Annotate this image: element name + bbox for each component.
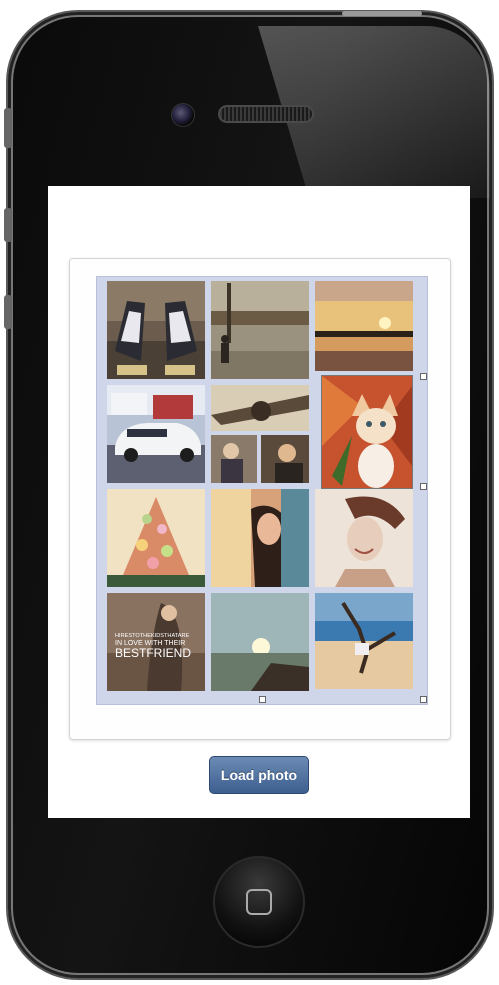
resize-handle-mid-right[interactable]: [420, 483, 427, 490]
photo-macaron-tower[interactable]: [107, 489, 205, 587]
collage-card: HIRESTOTHEKIDSTHATARE IN LOVE WITH THEIR…: [69, 258, 451, 740]
front-camera-icon: [171, 103, 195, 127]
photo-plane[interactable]: [211, 385, 309, 431]
phone-screen: HIRESTOTHEKIDSTHATARE IN LOVE WITH THEIR…: [48, 186, 470, 818]
load-photo-button[interactable]: Load photo: [209, 756, 309, 794]
overlay-line-3: BESTFRIEND: [115, 646, 191, 660]
power-button: [342, 11, 422, 16]
photo-sneakers[interactable]: [107, 281, 205, 379]
photo-handstand-beach[interactable]: [315, 593, 413, 689]
photo-best-friend[interactable]: HIRESTOTHEKIDSTHATARE IN LOVE WITH THEIR…: [107, 593, 205, 691]
home-square-icon: [246, 889, 272, 915]
resize-handle-bottom-right[interactable]: [420, 696, 427, 703]
photo-white-car[interactable]: [107, 385, 205, 483]
photo-sunset-beach[interactable]: [211, 593, 309, 691]
photo-people-right[interactable]: [261, 435, 309, 483]
resize-handle-top-right[interactable]: [420, 373, 427, 380]
photo-wall[interactable]: [211, 281, 309, 379]
photo-sketch[interactable]: [315, 489, 413, 587]
photo-kitten-selected[interactable]: [321, 375, 413, 489]
home-button[interactable]: [213, 856, 305, 948]
photo-people-left[interactable]: [211, 435, 257, 483]
photo-collage[interactable]: HIRESTOTHEKIDSTHATARE IN LOVE WITH THEIR…: [96, 276, 428, 705]
resize-handle-bottom[interactable]: [259, 696, 266, 703]
overlay-line-1: HIRESTOTHEKIDSTHATARE: [115, 633, 190, 639]
volume-up-button: [4, 208, 12, 242]
mute-switch: [4, 108, 12, 148]
photo-sunset-lake[interactable]: [315, 281, 413, 371]
photo-girl-hair[interactable]: [211, 489, 309, 587]
earpiece-speaker: [218, 105, 314, 123]
volume-down-button: [4, 295, 12, 329]
